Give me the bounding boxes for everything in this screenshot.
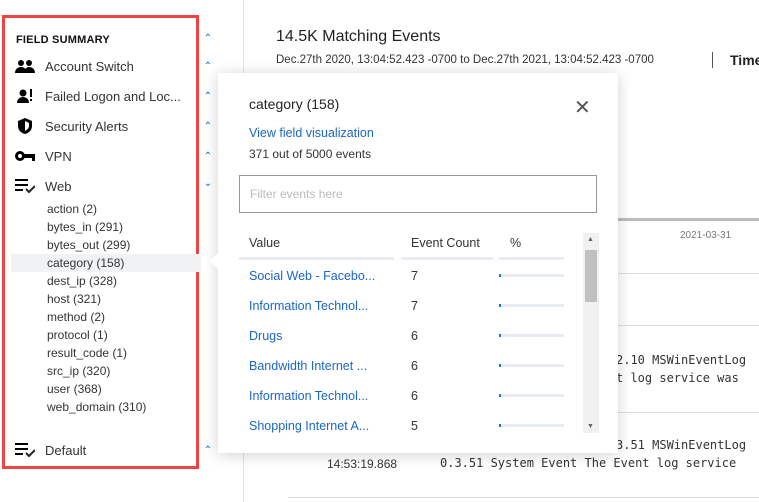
column-header-value[interactable]: Value <box>249 236 280 250</box>
percent-bar-fill <box>499 364 501 367</box>
value-link[interactable]: Shopping Internet A... <box>249 419 384 433</box>
axis-tick: 2021-03-31 <box>680 230 732 241</box>
value-link[interactable]: Information Technol... <box>249 299 384 313</box>
divider <box>288 497 759 498</box>
divider <box>239 257 394 260</box>
table-row: Drugs 6 <box>218 323 588 353</box>
list-check-icon <box>15 179 35 193</box>
time-label: Time <box>730 52 759 68</box>
percent-bar-fill <box>499 274 501 277</box>
percent-bar <box>499 424 564 427</box>
chevron-up-icon[interactable]: ⌃ <box>202 151 214 162</box>
time-range: Dec.27th 2020, 13:04:52.423 -0700 to Dec… <box>276 54 654 66</box>
user-alert-icon <box>15 88 35 104</box>
chevron-down-icon[interactable]: ⌄ <box>202 178 214 189</box>
column-header-event-count[interactable]: Event Count <box>411 236 480 250</box>
event-count: 5 <box>411 419 418 433</box>
percent-bar-fill <box>499 424 501 427</box>
group-vpn[interactable]: VPN <box>15 146 72 166</box>
timeline-axis <box>618 218 759 221</box>
key-icon <box>15 150 35 162</box>
field-item[interactable]: method (2) <box>11 308 201 326</box>
field-item[interactable]: result_code (1) <box>11 344 201 362</box>
divider <box>499 257 564 260</box>
popover-caret <box>210 253 218 269</box>
users-icon <box>15 59 35 73</box>
view-field-visualization-link[interactable]: View field visualization <box>249 126 374 140</box>
field-item[interactable]: action (2) <box>11 200 201 218</box>
percent-bar-fill <box>499 334 501 337</box>
log-line: t log service was <box>616 371 739 385</box>
values-table: Social Web - Facebo... 7 Information Techn… <box>218 263 588 433</box>
group-label: Security Alerts <box>45 118 129 134</box>
page-title: 14.5K Matching Events <box>276 28 441 45</box>
divider <box>401 257 493 260</box>
event-count-text: 371 out of 5000 events <box>249 147 372 161</box>
scrollbar[interactable]: ▲ ▼ <box>583 233 599 433</box>
filter-events-input[interactable] <box>239 175 597 213</box>
field-summary-heading: FIELD SUMMARY <box>16 34 110 46</box>
field-item[interactable]: user (368) <box>11 380 201 398</box>
field-item[interactable]: host (321) <box>11 290 201 308</box>
event-count: 6 <box>411 389 418 403</box>
chevron-up-icon[interactable]: ⌃ <box>202 33 214 44</box>
group-default[interactable]: Default <box>15 440 86 460</box>
field-popover: category (158) ✕ View field visualizatio… <box>210 73 618 453</box>
scroll-up-icon[interactable]: ▲ <box>587 236 594 243</box>
list-check-icon <box>15 443 35 457</box>
group-label: Account Switch <box>45 58 134 74</box>
table-row: Information Technol... 6 <box>218 383 588 413</box>
percent-bar <box>499 334 564 337</box>
percent-bar <box>499 364 564 367</box>
group-web[interactable]: Web <box>15 176 72 196</box>
event-count: 7 <box>411 269 418 283</box>
column-header-percent[interactable]: % <box>510 236 521 250</box>
field-item[interactable]: src_ip (320) <box>11 362 201 380</box>
shield-icon <box>15 118 35 134</box>
field-item[interactable]: dest_ip (328) <box>11 272 201 290</box>
group-failed-logon[interactable]: Failed Logon and Loc... <box>15 86 181 106</box>
field-item[interactable]: web_domain (310) <box>11 398 201 416</box>
field-item[interactable]: bytes_out (299) <box>11 236 201 254</box>
group-label: VPN <box>45 148 72 164</box>
scrollbar-thumb[interactable] <box>585 250 597 302</box>
value-link[interactable]: Information Technol... <box>249 389 384 403</box>
percent-bar <box>499 394 564 397</box>
log-line: 0.3.51 System Event The Event log servic… <box>440 456 737 470</box>
chevron-up-icon[interactable]: ⌃ <box>202 91 214 102</box>
table-row: Information Technol... 7 <box>218 293 588 323</box>
field-item[interactable]: bytes_in (291) <box>11 218 201 236</box>
field-summary-panel: FIELD SUMMARY Account Switch Failed Logo… <box>2 15 201 469</box>
log-line: 3.51 MSWinEventLog <box>616 438 747 452</box>
value-link[interactable]: Social Web - Facebo... <box>249 269 384 283</box>
chevron-up-icon[interactable]: ⌃ <box>202 445 214 456</box>
chevron-up-icon[interactable]: ⌃ <box>202 61 214 72</box>
popover-title: category (158) <box>249 96 340 112</box>
group-label: Web <box>45 178 72 194</box>
event-count: 6 <box>411 329 418 343</box>
percent-bar <box>499 274 564 277</box>
chevron-up-icon[interactable]: ⌃ <box>202 121 214 132</box>
value-link[interactable]: Bandwidth Internet ... <box>249 359 384 373</box>
table-row: Bandwidth Internet ... 6 <box>218 353 588 383</box>
group-security-alerts[interactable]: Security Alerts <box>15 116 128 136</box>
table-row: Shopping Internet A... 5 <box>218 413 588 433</box>
percent-bar-fill <box>499 394 501 397</box>
group-label: Default <box>45 442 87 458</box>
field-item[interactable]: category (158) <box>11 254 201 272</box>
group-account-switch[interactable]: Account Switch <box>15 56 134 76</box>
group-label: Failed Logon and Loc... <box>45 88 181 104</box>
close-icon[interactable]: ✕ <box>574 98 591 118</box>
log-time: 14:53:19.868 <box>327 457 398 471</box>
event-count: 7 <box>411 299 418 313</box>
divider <box>712 52 713 68</box>
log-line: 2.10 MSWinEventLog <box>616 353 747 367</box>
field-item[interactable]: protocol (1) <box>11 326 201 344</box>
table-row: Social Web - Facebo... 7 <box>218 263 588 293</box>
scroll-down-icon[interactable]: ▼ <box>587 423 594 430</box>
percent-bar <box>499 304 564 307</box>
percent-bar-fill <box>499 304 501 307</box>
value-link[interactable]: Drugs <box>249 329 384 343</box>
event-count: 6 <box>411 359 418 373</box>
